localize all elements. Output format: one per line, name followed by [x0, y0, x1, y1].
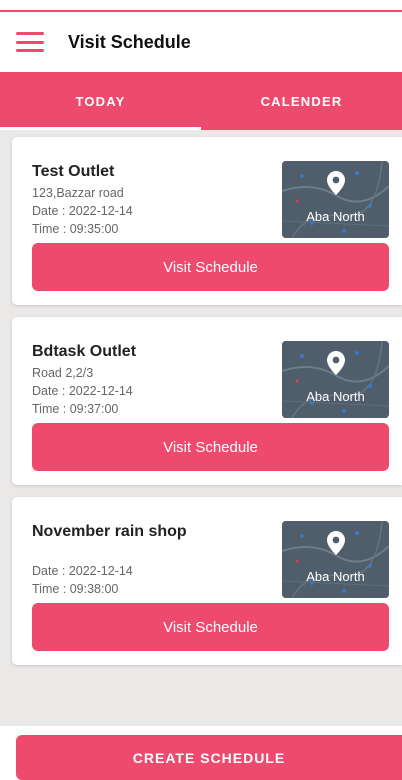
map-area-label: Aba North	[306, 389, 365, 404]
app-bar: Visit Schedule	[0, 12, 402, 72]
hamburger-menu-icon[interactable]	[16, 32, 44, 52]
outlet-name: Test Outlet	[32, 163, 115, 180]
tab-today-label: TODAY	[75, 93, 126, 109]
visit-schedule-button[interactable]: Visit Schedule	[32, 603, 389, 651]
schedule-time: Time : 09:37:00	[32, 402, 119, 416]
map-thumbnail[interactable]: Aba North	[282, 161, 389, 238]
visit-schedule-button[interactable]: Visit Schedule	[32, 423, 389, 471]
outlet-address: Road 2,2/3	[32, 366, 94, 380]
map-thumbnail[interactable]: Aba North	[282, 341, 389, 418]
schedule-card: November rain shop Date : 2022-12-14 Tim…	[12, 497, 402, 665]
map-area-label: Aba North	[306, 569, 365, 584]
schedule-date: Date : 2022-12-14	[32, 204, 133, 218]
map-thumbnail[interactable]: Aba North	[282, 521, 389, 598]
tab-today[interactable]: TODAY	[0, 72, 201, 130]
tab-calender-label: CALENDER	[260, 93, 343, 109]
schedule-card: Test Outlet 123,Bazzar road Date : 2022-…	[12, 137, 402, 305]
outlet-address: 123,Bazzar road	[32, 186, 124, 200]
outlet-name: November rain shop	[32, 523, 187, 540]
map-pin-icon	[327, 351, 345, 375]
schedule-date: Date : 2022-12-14	[32, 384, 133, 398]
tab-bar: TODAY CALENDER	[0, 72, 402, 130]
map-pin-icon	[327, 531, 345, 555]
map-pin-icon	[327, 171, 345, 195]
outlet-name: Bdtask Outlet	[32, 343, 137, 360]
schedule-card: Bdtask Outlet Road 2,2/3 Date : 2022-12-…	[12, 317, 402, 485]
schedule-list[interactable]: Test Outlet 123,Bazzar road Date : 2022-…	[0, 130, 402, 726]
schedule-time: Time : 09:35:00	[32, 222, 119, 236]
schedule-date: Date : 2022-12-14	[32, 564, 133, 578]
visit-schedule-button[interactable]: Visit Schedule	[32, 243, 389, 291]
create-schedule-button[interactable]: CREATE SCHEDULE	[16, 735, 402, 780]
tab-calender[interactable]: CALENDER	[201, 72, 402, 130]
map-area-label: Aba North	[306, 209, 365, 224]
schedule-time: Time : 09:38:00	[32, 582, 119, 596]
page-title: Visit Schedule	[68, 31, 191, 52]
bottom-action-bar: CREATE SCHEDULE	[0, 726, 402, 780]
